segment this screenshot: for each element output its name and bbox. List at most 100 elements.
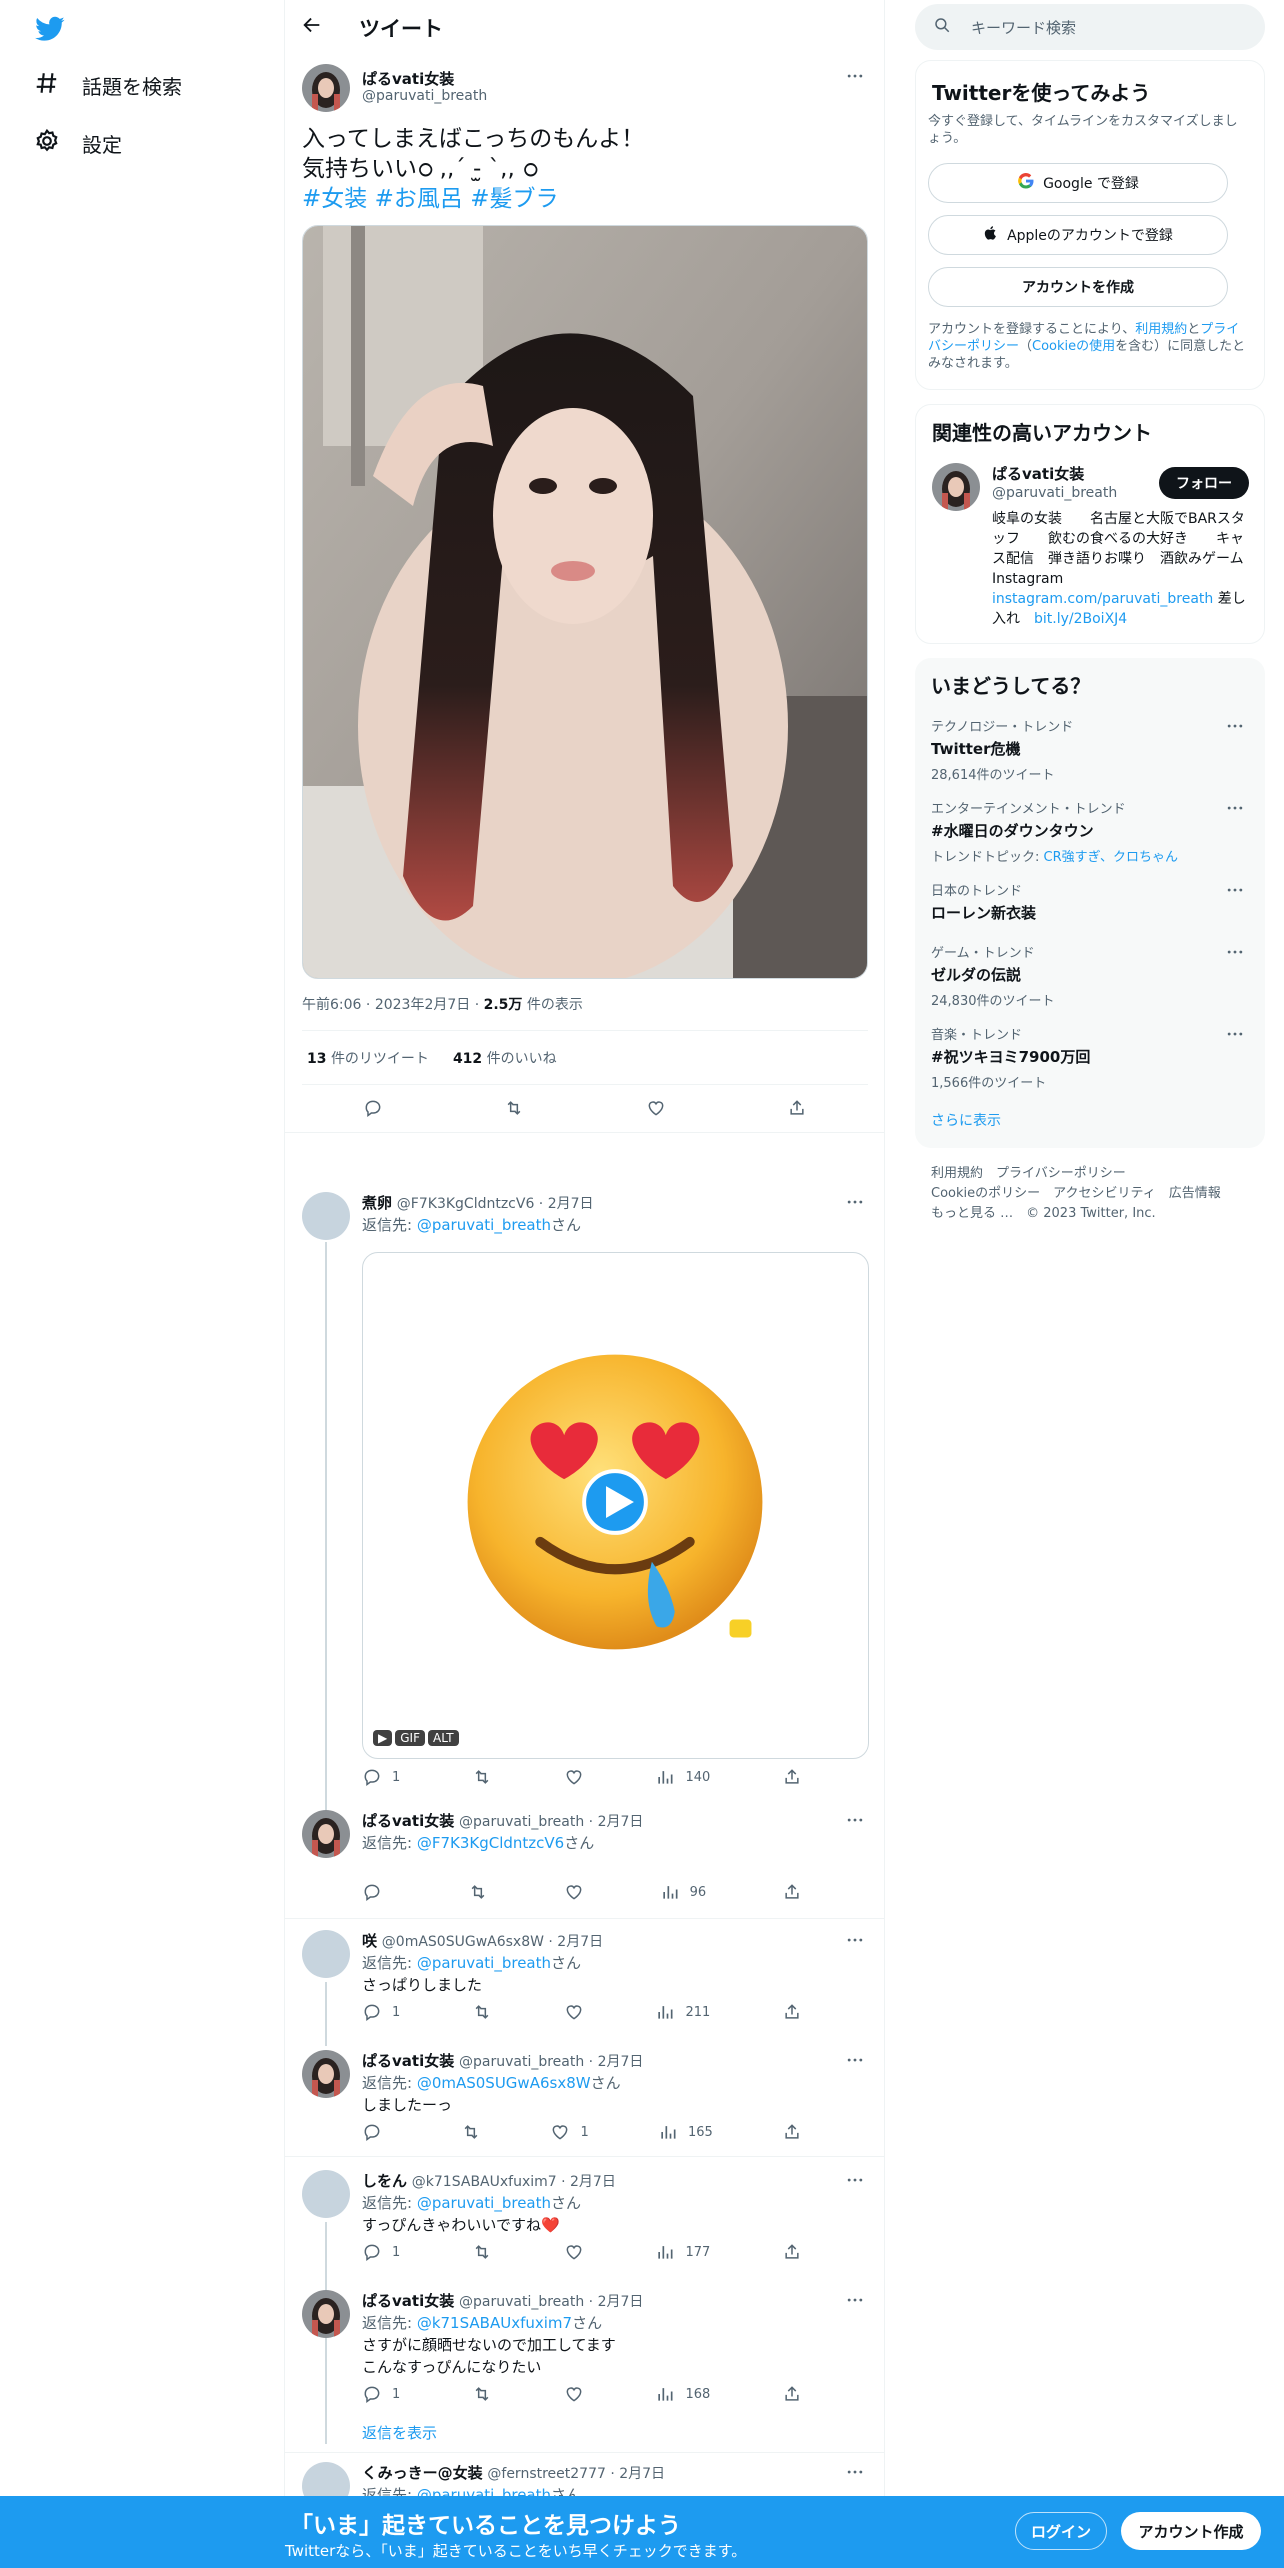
share-button[interactable] bbox=[782, 2002, 802, 2022]
alt-badge[interactable]: ALT bbox=[427, 1730, 459, 1746]
footer-row[interactable]: Cookieのポリシー アクセシビリティ 広告情報 bbox=[931, 1184, 1251, 1204]
like-button[interactable] bbox=[564, 2242, 584, 2262]
like-button[interactable] bbox=[564, 2384, 584, 2404]
login-button[interactable]: ログイン bbox=[1015, 2512, 1107, 2550]
avatar[interactable] bbox=[302, 2462, 350, 2496]
more-options-icon[interactable] bbox=[845, 1192, 869, 1216]
more-options-icon[interactable] bbox=[845, 2050, 869, 2074]
retweet-button[interactable] bbox=[504, 1098, 524, 1122]
more-options-icon[interactable] bbox=[845, 66, 869, 90]
reply-author-name[interactable]: 煮卵 bbox=[362, 1194, 392, 1212]
tweet-date[interactable]: 2023年2月7日 bbox=[375, 997, 470, 1013]
reply-meta[interactable]: @F7K3KgCldntzcV6 · 2月7日 bbox=[397, 1196, 594, 1212]
reply-button[interactable] bbox=[362, 2122, 392, 2142]
show-more-link[interactable]: さらに表示 bbox=[931, 1110, 1001, 1130]
search-box[interactable]: キーワード検索 bbox=[915, 4, 1265, 50]
reply-meta[interactable]: @paruvati_breath · 2月7日 bbox=[459, 2294, 643, 2310]
reply-button[interactable]: 1 bbox=[362, 2384, 400, 2404]
retweet-button[interactable] bbox=[472, 2002, 492, 2022]
hashtag-link[interactable]: #女装 bbox=[302, 186, 367, 212]
reply-to-link[interactable]: @paruvati_breath bbox=[417, 2194, 551, 2212]
avatar[interactable] bbox=[302, 64, 350, 112]
reply-author-name[interactable]: 咲 bbox=[362, 1932, 377, 1950]
trend-item[interactable]: 日本のトレンド ローレン新衣装 bbox=[931, 880, 1249, 923]
share-button[interactable] bbox=[782, 2242, 802, 2262]
apple-signup-button[interactable]: Appleのアカウントで登録 bbox=[928, 215, 1228, 255]
trend-item[interactable]: テクノロジー・トレンド Twitter危機 28,614件のツイート bbox=[931, 716, 1249, 783]
retweet-button[interactable] bbox=[472, 2384, 492, 2404]
reply-to-link[interactable]: @paruvati_breath bbox=[417, 1216, 551, 1234]
create-account-button[interactable]: アカウントを作成 bbox=[928, 267, 1228, 307]
retweet-button[interactable] bbox=[472, 2242, 492, 2262]
hashtag-link[interactable]: #髪ブラ bbox=[470, 186, 558, 212]
reply-author-name[interactable]: ぱるvati女装 bbox=[362, 2052, 454, 2070]
share-button[interactable] bbox=[782, 1882, 802, 1902]
bio-link[interactable]: bit.ly/2BoiXJ4 bbox=[1034, 611, 1127, 627]
tweet-time[interactable]: 午前6:06 bbox=[302, 997, 361, 1013]
author-name[interactable]: ぱるvati女装 bbox=[362, 68, 454, 89]
avatar[interactable] bbox=[302, 1192, 350, 1240]
show-replies-link[interactable]: 返信を表示 bbox=[362, 2422, 437, 2443]
reply-meta[interactable]: @k71SABAUxfuxim7 · 2月7日 bbox=[412, 2174, 616, 2190]
gif-media[interactable]: ▶ GIF ALT bbox=[362, 1252, 869, 1759]
bio-link[interactable]: instagram.com/paruvati_breath bbox=[992, 591, 1213, 607]
avatar[interactable] bbox=[302, 2290, 350, 2338]
signup-button[interactable]: アカウント作成 bbox=[1121, 2512, 1261, 2550]
trend-item[interactable]: ゲーム・トレンド ゼルダの伝説 24,830件のツイート bbox=[931, 942, 1249, 1009]
hashtag-link[interactable]: #お風呂 bbox=[375, 186, 463, 212]
related-handle[interactable]: @paruvati_breath bbox=[992, 485, 1117, 501]
twitter-logo-icon[interactable] bbox=[34, 14, 66, 44]
views-button[interactable]: 177 bbox=[655, 2242, 710, 2262]
more-options-icon[interactable] bbox=[1225, 1024, 1249, 1048]
play-badge[interactable]: ▶ bbox=[373, 1730, 393, 1746]
more-options-icon[interactable] bbox=[1225, 942, 1249, 966]
retweet-button[interactable] bbox=[468, 1882, 488, 1902]
reply-to-link[interactable]: @paruvati_breath bbox=[417, 1954, 551, 1972]
nav-explore[interactable]: 話題を検索 bbox=[34, 70, 182, 101]
reply-button[interactable]: 1 bbox=[362, 2242, 400, 2262]
like-button[interactable] bbox=[564, 1882, 584, 1902]
reply-meta[interactable]: @fernstreet2777 · 2月7日 bbox=[487, 2466, 665, 2482]
reply-to-link[interactable]: @0mAS0SUGwA6sx8W bbox=[417, 2074, 591, 2092]
more-options-icon[interactable] bbox=[1225, 880, 1249, 904]
views-button[interactable]: 165 bbox=[658, 2122, 713, 2142]
retweet-button[interactable] bbox=[472, 1767, 492, 1787]
google-signup-button[interactable]: Google で登録 bbox=[928, 163, 1228, 203]
reply-to-link[interactable]: @F7K3KgCldntzcV6 bbox=[417, 1834, 564, 1852]
reply-to-link[interactable]: @k71SABAUxfuxim7 bbox=[417, 2314, 572, 2332]
nav-settings[interactable]: 設定 bbox=[34, 128, 122, 159]
more-options-icon[interactable] bbox=[845, 1810, 869, 1834]
avatar[interactable] bbox=[302, 2170, 350, 2218]
share-button[interactable] bbox=[782, 2122, 802, 2142]
author-handle[interactable]: @paruvati_breath bbox=[362, 88, 487, 104]
reply-meta[interactable]: @paruvati_breath · 2月7日 bbox=[459, 1814, 643, 1830]
views-button[interactable]: 211 bbox=[655, 2002, 710, 2022]
like-stat[interactable]: 412 件のいいね bbox=[453, 1048, 557, 1068]
terms-link[interactable]: 利用規約 bbox=[1135, 322, 1187, 337]
reply-author-name[interactable]: ぱるvati女装 bbox=[362, 2292, 454, 2310]
share-button[interactable] bbox=[787, 1098, 807, 1122]
more-options-icon[interactable] bbox=[845, 1930, 869, 1954]
views-button[interactable]: 96 bbox=[660, 1882, 706, 1902]
share-button[interactable] bbox=[782, 2384, 802, 2404]
reply-button[interactable] bbox=[363, 1098, 383, 1122]
reply-to-link[interactable]: @paruvati_breath bbox=[417, 2486, 551, 2496]
more-options-icon[interactable] bbox=[845, 2462, 869, 2486]
reply-button[interactable]: 1 bbox=[362, 1767, 400, 1787]
footer-row[interactable]: もっと見る … © 2023 Twitter, Inc. bbox=[931, 1204, 1251, 1224]
like-button[interactable] bbox=[564, 1767, 584, 1787]
avatar[interactable] bbox=[932, 463, 980, 511]
reply-meta[interactable]: @0mAS0SUGwA6sx8W · 2月7日 bbox=[382, 1934, 603, 1950]
more-options-icon[interactable] bbox=[845, 2290, 869, 2314]
cookie-link[interactable]: Cookieの使用 bbox=[1032, 339, 1115, 354]
retweet-button[interactable] bbox=[461, 2122, 481, 2142]
trend-item[interactable]: 音楽・トレンド #祝ツキヨミ7900万回 1,566件のツイート bbox=[931, 1024, 1249, 1091]
tweet-photo[interactable] bbox=[302, 225, 868, 979]
trend-topic[interactable]: CR強すぎ、クロちゃん bbox=[1044, 850, 1178, 865]
like-button[interactable]: 1 bbox=[550, 2122, 589, 2142]
views-button[interactable]: 140 bbox=[655, 1767, 710, 1787]
related-name[interactable]: ぱるvati女装 bbox=[992, 463, 1084, 484]
avatar[interactable] bbox=[302, 2050, 350, 2098]
like-button[interactable] bbox=[564, 2002, 584, 2022]
like-button[interactable] bbox=[646, 1098, 666, 1122]
